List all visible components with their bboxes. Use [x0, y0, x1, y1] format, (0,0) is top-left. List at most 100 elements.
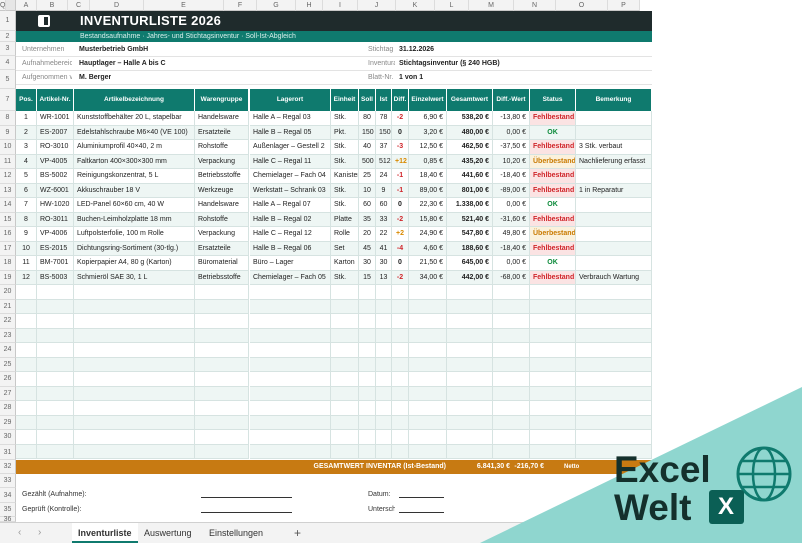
- empty-cell[interactable]: [530, 299, 576, 314]
- empty-cell[interactable]: [37, 343, 74, 358]
- row-header[interactable]: 4: [0, 56, 16, 70]
- empty-cell[interactable]: [530, 314, 576, 329]
- empty-cell[interactable]: [195, 299, 249, 314]
- empty-cell[interactable]: [530, 285, 576, 300]
- empty-cell[interactable]: [195, 314, 249, 329]
- empty-cell[interactable]: [37, 415, 74, 430]
- table-cell-ist[interactable]: 9: [376, 183, 392, 198]
- column-header[interactable]: N: [514, 0, 556, 11]
- empty-cell[interactable]: [195, 285, 249, 300]
- table-cell-status[interactable]: Fehlbestand: [530, 241, 576, 256]
- empty-cell[interactable]: [392, 430, 409, 445]
- add-sheet-button[interactable]: +: [294, 523, 301, 543]
- table-cell-note[interactable]: Verbrauch Wartung: [576, 270, 652, 285]
- column-header[interactable]: E: [144, 0, 224, 11]
- column-header[interactable]: J: [358, 0, 396, 11]
- table-cell-diff[interactable]: 0: [392, 256, 409, 271]
- table-cell-status[interactable]: Fehlbestand: [530, 183, 576, 198]
- empty-cell[interactable]: [392, 314, 409, 329]
- table-cell-name[interactable]: Faltkarton 400×300×300 mm: [74, 154, 195, 169]
- empty-cell[interactable]: [74, 328, 195, 343]
- empty-cell[interactable]: [37, 299, 74, 314]
- table-cell-soll[interactable]: 15: [359, 270, 376, 285]
- table-cell-pos[interactable]: 6: [16, 183, 37, 198]
- empty-cell[interactable]: [409, 343, 447, 358]
- empty-cell[interactable]: [392, 386, 409, 401]
- row-header[interactable]: 25: [0, 357, 16, 372]
- empty-cell[interactable]: [493, 386, 530, 401]
- table-cell-unit[interactable]: Rolle: [331, 227, 359, 242]
- table-cell-status[interactable]: Fehlbestand: [530, 140, 576, 155]
- table-cell-soll[interactable]: 500: [359, 154, 376, 169]
- empty-cell[interactable]: [359, 328, 376, 343]
- table-cell-gw[interactable]: 521,40 €: [447, 212, 493, 227]
- row-header[interactable]: 1: [0, 11, 16, 31]
- table-cell-name[interactable]: Aluminiumprofil 40×40, 2 m: [74, 140, 195, 155]
- empty-cell[interactable]: [530, 430, 576, 445]
- row-header[interactable]: 3: [0, 42, 16, 56]
- empty-cell[interactable]: [16, 444, 37, 459]
- column-header[interactable]: L: [435, 0, 469, 11]
- empty-cell[interactable]: [359, 444, 376, 459]
- empty-cell[interactable]: [409, 357, 447, 372]
- table-cell-group[interactable]: Ersatzteile: [195, 125, 249, 140]
- tab-inventurliste[interactable]: Inventurliste: [72, 523, 138, 543]
- empty-cell[interactable]: [493, 328, 530, 343]
- empty-cell[interactable]: [195, 328, 249, 343]
- empty-cell[interactable]: [376, 386, 392, 401]
- empty-cell[interactable]: [447, 372, 493, 387]
- table-cell-ist[interactable]: 24: [376, 169, 392, 184]
- table-cell-ew[interactable]: 24,90 €: [409, 227, 447, 242]
- table-cell-loc[interactable]: Halle C – Regal 12: [250, 227, 331, 242]
- row-header[interactable]: 13: [0, 183, 16, 198]
- table-cell-ist[interactable]: 512: [376, 154, 392, 169]
- row-header[interactable]: 14: [0, 198, 16, 213]
- tab-prev-icon[interactable]: ‹: [18, 523, 21, 543]
- empty-cell[interactable]: [74, 372, 195, 387]
- table-cell-soll[interactable]: 10: [359, 183, 376, 198]
- table-cell-diff[interactable]: +2: [392, 227, 409, 242]
- empty-cell[interactable]: [331, 285, 359, 300]
- table-cell-soll[interactable]: 150: [359, 125, 376, 140]
- table-cell-unit[interactable]: Stk.: [331, 140, 359, 155]
- tab-next-icon[interactable]: ›: [38, 523, 41, 543]
- table-cell-diff[interactable]: -2: [392, 111, 409, 126]
- empty-cell[interactable]: [376, 415, 392, 430]
- row-header[interactable]: 34: [0, 488, 16, 503]
- empty-cell[interactable]: [16, 357, 37, 372]
- table-cell-dw[interactable]: -18,40 €: [493, 241, 530, 256]
- table-cell-pos[interactable]: 4: [16, 154, 37, 169]
- empty-cell[interactable]: [195, 444, 249, 459]
- empty-cell[interactable]: [359, 415, 376, 430]
- total-diff-value[interactable]: -216,70 €: [511, 460, 544, 474]
- table-cell-ist[interactable]: 150: [376, 125, 392, 140]
- table-cell-soll[interactable]: 30: [359, 256, 376, 271]
- row-header[interactable]: 32: [0, 460, 16, 474]
- empty-cell[interactable]: [493, 343, 530, 358]
- table-cell-nr[interactable]: ES-2015: [37, 241, 74, 256]
- table-cell-ist[interactable]: 41: [376, 241, 392, 256]
- empty-cell[interactable]: [74, 285, 195, 300]
- empty-cell[interactable]: [74, 357, 195, 372]
- empty-cell[interactable]: [576, 285, 652, 300]
- table-cell-gw[interactable]: 645,00 €: [447, 256, 493, 271]
- empty-cell[interactable]: [576, 343, 652, 358]
- table-cell-status[interactable]: Überbestand: [530, 154, 576, 169]
- table-cell-ew[interactable]: 21,50 €: [409, 256, 447, 271]
- row-header[interactable]: 19: [0, 270, 16, 285]
- empty-cell[interactable]: [392, 444, 409, 459]
- empty-cell[interactable]: [331, 314, 359, 329]
- empty-cell[interactable]: [530, 444, 576, 459]
- column-header[interactable]: G: [257, 0, 296, 11]
- column-header[interactable]: O: [556, 0, 608, 11]
- table-cell-ew[interactable]: 3,20 €: [409, 125, 447, 140]
- empty-cell[interactable]: [250, 299, 331, 314]
- column-header[interactable]: A: [16, 0, 37, 11]
- empty-cell[interactable]: [576, 328, 652, 343]
- info-value-counter[interactable]: M. Berger: [79, 72, 111, 83]
- table-cell-name[interactable]: LED-Panel 60×60 cm, 40 W: [74, 198, 195, 213]
- info-value-company[interactable]: Musterbetrieb GmbH: [79, 44, 148, 55]
- table-cell-status[interactable]: Fehlbestand: [530, 270, 576, 285]
- info-value-area[interactable]: Hauptlager – Halle A bis C: [79, 58, 166, 69]
- table-cell-nr[interactable]: RO-3010: [37, 140, 74, 155]
